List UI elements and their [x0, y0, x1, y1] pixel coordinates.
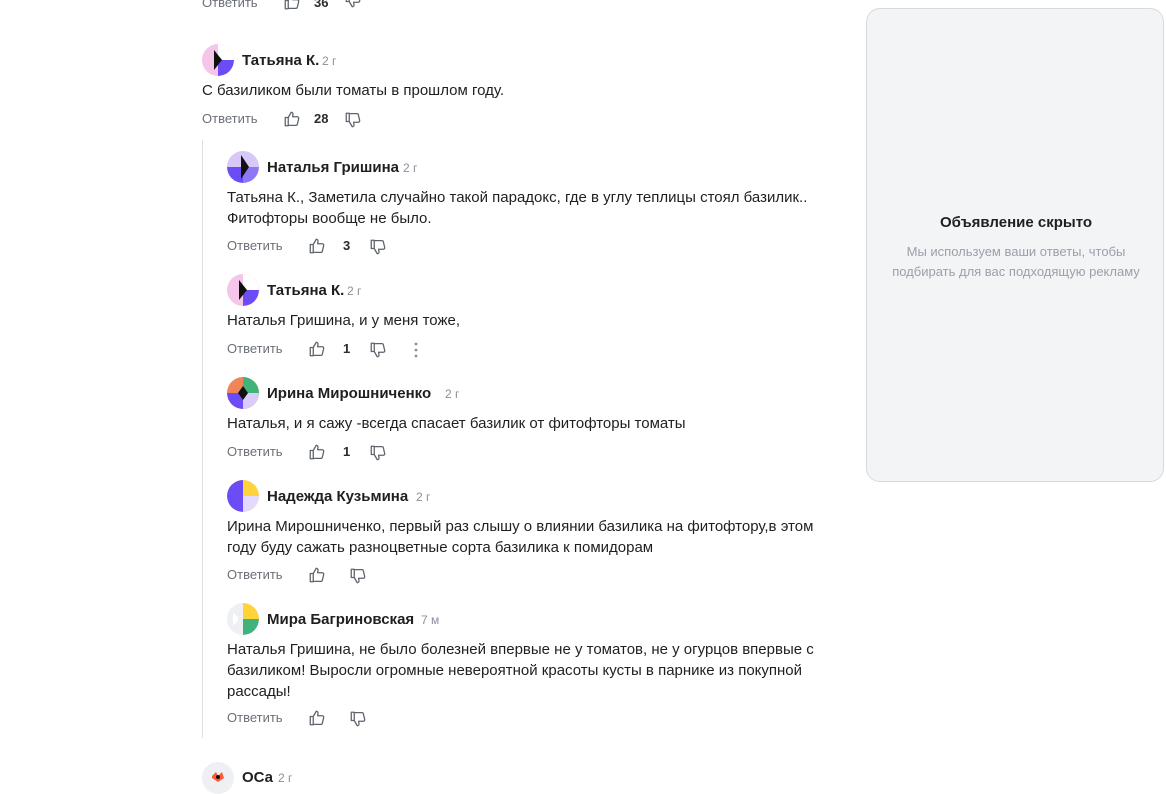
- comment-time: 2 г: [322, 54, 337, 68]
- ad-placeholder: Объявление скрыто Мы используем ваши отв…: [866, 8, 1164, 482]
- ad-title: Объявление скрыто: [939, 214, 1093, 231]
- comment-text: С базиликом были томаты в прошлом году.: [202, 82, 505, 99]
- thumb-up-icon[interactable]: [308, 709, 326, 727]
- reply-button[interactable]: Ответить: [227, 444, 283, 459]
- reply-author[interactable]: Надежда Кузьмина: [267, 488, 408, 505]
- like-count: 36: [314, 0, 329, 10]
- avatar[interactable]: [202, 762, 234, 794]
- comment-author[interactable]: ОСа: [242, 769, 273, 786]
- thumb-down-icon[interactable]: [369, 444, 387, 462]
- avatar[interactable]: [227, 151, 259, 183]
- ad-subtitle: Мы используем ваши ответы, чтобы подбира…: [892, 244, 1140, 279]
- reply-text: Наталья, и я сажу -всегда спасает базили…: [227, 415, 686, 432]
- thumb-up-icon[interactable]: [308, 340, 326, 358]
- reply-time: 2 г: [347, 284, 362, 298]
- thumb-up-icon[interactable]: [283, 110, 301, 128]
- comment-time: 2 г: [278, 771, 293, 785]
- thumb-down-icon[interactable]: [344, 0, 362, 9]
- like-count: 1: [343, 444, 351, 459]
- reply-time: 2 г: [403, 161, 418, 175]
- avatar[interactable]: [227, 274, 259, 306]
- reply-button[interactable]: Ответить: [227, 710, 283, 725]
- thumb-down-icon[interactable]: [369, 238, 387, 256]
- thumb-down-icon[interactable]: [349, 710, 367, 728]
- like-count: 3: [343, 238, 351, 253]
- reply-text: Наталья Гришина, не было болезней впервы…: [227, 641, 814, 700]
- reply-author[interactable]: Ирина Мирошниченко: [267, 385, 431, 402]
- thumb-down-icon[interactable]: [344, 111, 362, 129]
- thumb-down-icon[interactable]: [369, 341, 387, 359]
- reply-text: Наталья Гришина, и у меня тоже,: [227, 312, 460, 329]
- more-vertical-icon[interactable]: [407, 341, 425, 359]
- avatar[interactable]: [227, 377, 259, 409]
- reply-author[interactable]: Мира Багриновская: [267, 611, 414, 628]
- reply-text: Татьяна К., Заметила случайно такой пара…: [227, 189, 808, 227]
- avatar[interactable]: [202, 44, 234, 76]
- thumb-up-icon[interactable]: [308, 566, 326, 584]
- reply-button[interactable]: Ответить: [202, 111, 258, 126]
- thread-line: [202, 140, 203, 738]
- comment-author[interactable]: Татьяна К.: [242, 52, 319, 69]
- reply-time: 7 м: [421, 613, 440, 627]
- thumb-up-icon[interactable]: [308, 443, 326, 461]
- reply-text: Ирина Мирошниченко, первый раз слышу о в…: [227, 518, 814, 556]
- reply-time: 2 г: [416, 490, 431, 504]
- reply-button[interactable]: Ответить: [227, 567, 283, 582]
- like-count: 1: [343, 341, 351, 356]
- avatar[interactable]: [227, 480, 259, 512]
- avatar[interactable]: [227, 603, 259, 635]
- thumb-down-icon[interactable]: [349, 567, 367, 585]
- like-count: 28: [314, 111, 329, 126]
- reply-button[interactable]: Ответить: [227, 238, 283, 253]
- thumb-up-icon[interactable]: [308, 237, 326, 255]
- reply-author[interactable]: Татьяна К.: [267, 282, 344, 299]
- thumb-up-icon[interactable]: [283, 0, 301, 11]
- reply-time: 2 г: [445, 387, 460, 401]
- reply-button[interactable]: Ответить: [202, 0, 258, 10]
- reply-author[interactable]: Наталья Гришина: [267, 159, 399, 176]
- reply-button[interactable]: Ответить: [227, 341, 283, 356]
